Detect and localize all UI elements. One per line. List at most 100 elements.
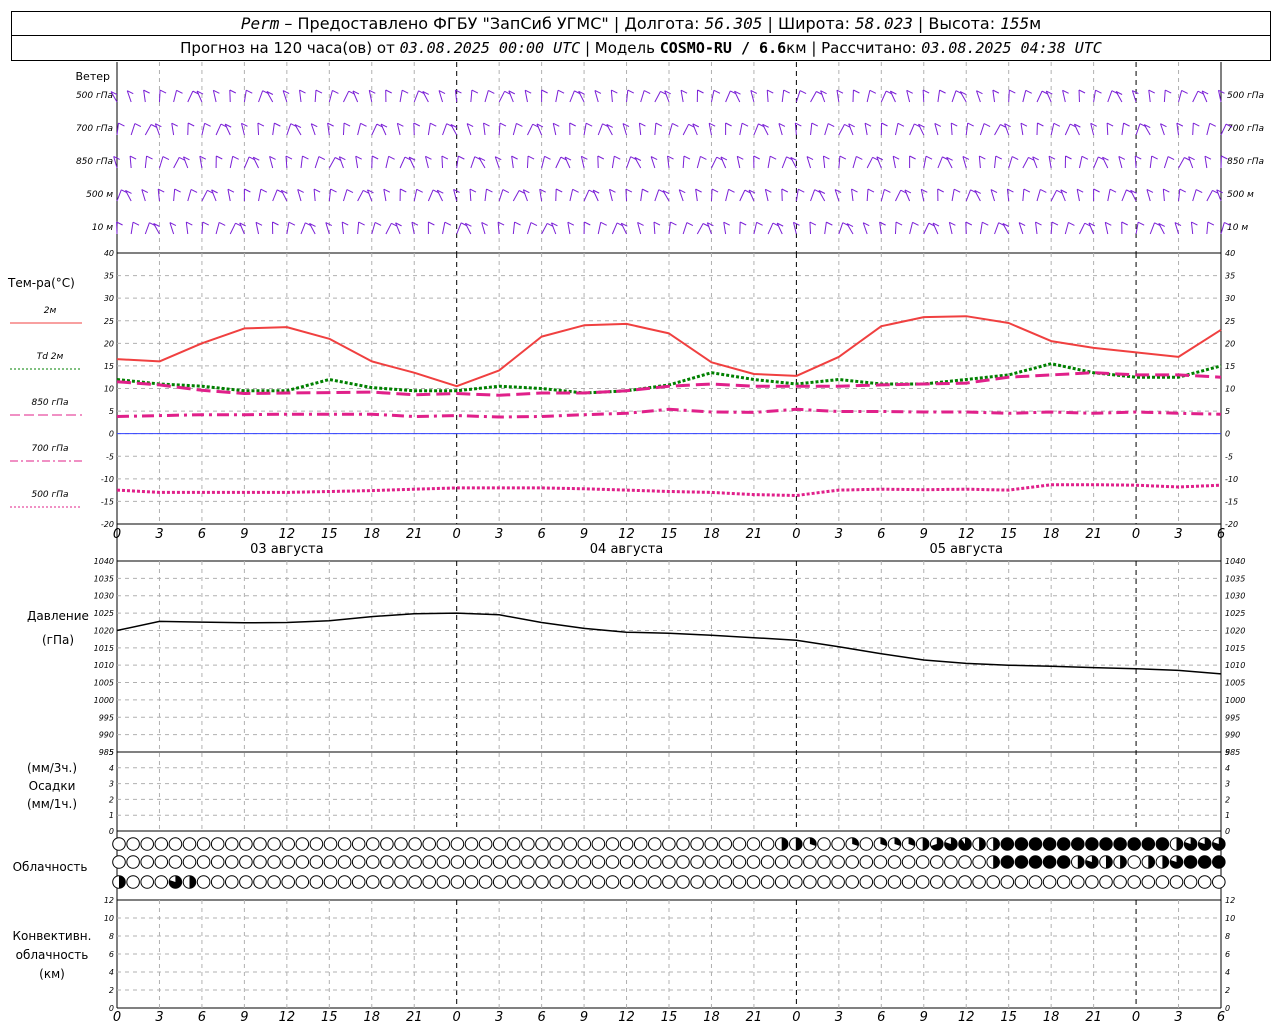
wind-barb: [1022, 189, 1025, 202]
wind-barb-flag: [1106, 122, 1114, 127]
wind-barb-flag: [1040, 189, 1047, 193]
cloud-circle: [154, 855, 169, 869]
wind-barb: [1135, 123, 1141, 136]
wind-barb-flag: [514, 221, 521, 226]
cloud-title: Облачность: [13, 860, 88, 874]
prec-ytick-left: 5: [109, 748, 114, 757]
cloud-circle: [422, 875, 437, 889]
wind-barb-flag: [218, 221, 226, 226]
wind-barb: [948, 222, 953, 235]
cloud-circle: [760, 837, 775, 851]
wind-barb-flag: [895, 221, 903, 226]
wind-title: Ветер: [76, 70, 110, 83]
conv-ytick-left: 4: [109, 968, 114, 977]
wind-barb: [696, 156, 701, 169]
wind-barb: [1107, 189, 1111, 202]
cloud-circle: [873, 855, 888, 869]
cloud-fill: [1057, 855, 1070, 869]
cloud-circle: [732, 837, 747, 851]
wind-barb-flag: [600, 221, 607, 226]
wind-barb: [1022, 157, 1029, 169]
cloud-circle: [845, 855, 860, 869]
cloud-circle: [704, 855, 719, 869]
wind-barb-flag: [555, 188, 563, 193]
wind-barb-flag: [1167, 156, 1175, 161]
wind-barb: [257, 122, 260, 136]
cloud-circle: [182, 855, 197, 869]
wind-barb: [1192, 90, 1199, 103]
cloud-circle: [676, 837, 690, 851]
cloud-fill: [1176, 837, 1183, 851]
conv-xtick: 18: [1043, 1010, 1060, 1024]
cloud-circle: [464, 837, 479, 851]
cloud-circle: [210, 837, 225, 851]
wind-barb-flag: [327, 122, 334, 127]
wind-barb-flag: [358, 221, 365, 226]
temp-legend-label: 2м: [44, 306, 57, 316]
wind-barb-flag: [341, 221, 349, 226]
wind-barb: [736, 156, 741, 169]
wind-barb: [838, 156, 841, 169]
cloud-circle: [803, 855, 817, 869]
wind-barb-flag: [190, 189, 198, 193]
wind-barb: [695, 189, 698, 202]
cloud-circle: [831, 875, 845, 889]
cloud-circle: [1127, 855, 1141, 869]
wind-barb: [343, 90, 350, 103]
wind-barb: [1107, 90, 1113, 103]
cloud-circle: [605, 855, 620, 869]
conv-ytick-right: 8: [1225, 932, 1230, 941]
cloud-circle: [492, 875, 507, 889]
cloud-circle: [436, 875, 451, 889]
wind-barb-flag: [1068, 221, 1075, 226]
wind-barb-flag: [1195, 189, 1203, 193]
cloud-circle: [408, 855, 422, 869]
cloud-fill: [781, 837, 788, 851]
temp-ytick-left: 30: [104, 294, 114, 303]
wind-barb-flag: [667, 155, 674, 160]
wind-barb: [399, 90, 403, 103]
wind-barb-flag: [922, 89, 930, 94]
cloud-fill: [1085, 837, 1099, 851]
temp-xtick: 12: [279, 527, 296, 542]
wind-barb: [512, 190, 520, 202]
cloud-circle: [450, 875, 465, 889]
wind-barb-flag: [244, 188, 251, 193]
pres-ytick-left: 1015: [94, 644, 114, 653]
conv-xtick: 9: [240, 1010, 248, 1024]
conv-xtick: 0: [792, 1010, 800, 1024]
wind-barb-flag: [441, 155, 449, 160]
temp-ytick-left: -5: [106, 452, 114, 461]
cloud-circle: [915, 875, 930, 889]
wind-barb: [1121, 123, 1125, 136]
temp-ytick-left: 15: [104, 362, 114, 371]
conv-xtick: 3: [1174, 1010, 1182, 1024]
cloud-circle: [492, 855, 507, 869]
wind-barb-flag: [823, 155, 830, 160]
wind-barb: [456, 222, 462, 235]
cloud-circle: [648, 837, 662, 851]
wind-barb: [328, 157, 336, 169]
conv-ytick-right: 10: [1225, 914, 1235, 923]
cloud-circle: [436, 855, 451, 869]
cloud-circle: [986, 875, 1001, 889]
wind-barb: [682, 155, 685, 169]
wind-barb: [158, 89, 161, 103]
wind-barb: [470, 156, 476, 169]
wind-barb: [739, 189, 746, 202]
conv-title-2: облачность: [16, 948, 89, 962]
wind-barb: [711, 156, 718, 169]
wind-barb: [1163, 89, 1166, 103]
wind-barb-flag: [400, 188, 407, 193]
prec-ytick-left: 4: [109, 764, 114, 773]
prec-ytick-right: 3: [1225, 780, 1230, 789]
cloud-circle: [253, 875, 267, 889]
wind-barb-flag: [428, 221, 435, 226]
wind-barb: [341, 222, 344, 235]
wind-barb: [1148, 90, 1151, 103]
cloud-circle: [408, 837, 422, 851]
wind-barb: [383, 189, 387, 202]
wind-barb-flag: [909, 155, 916, 160]
conv-xtick: 12: [958, 1010, 975, 1024]
wind-barb: [951, 90, 957, 103]
